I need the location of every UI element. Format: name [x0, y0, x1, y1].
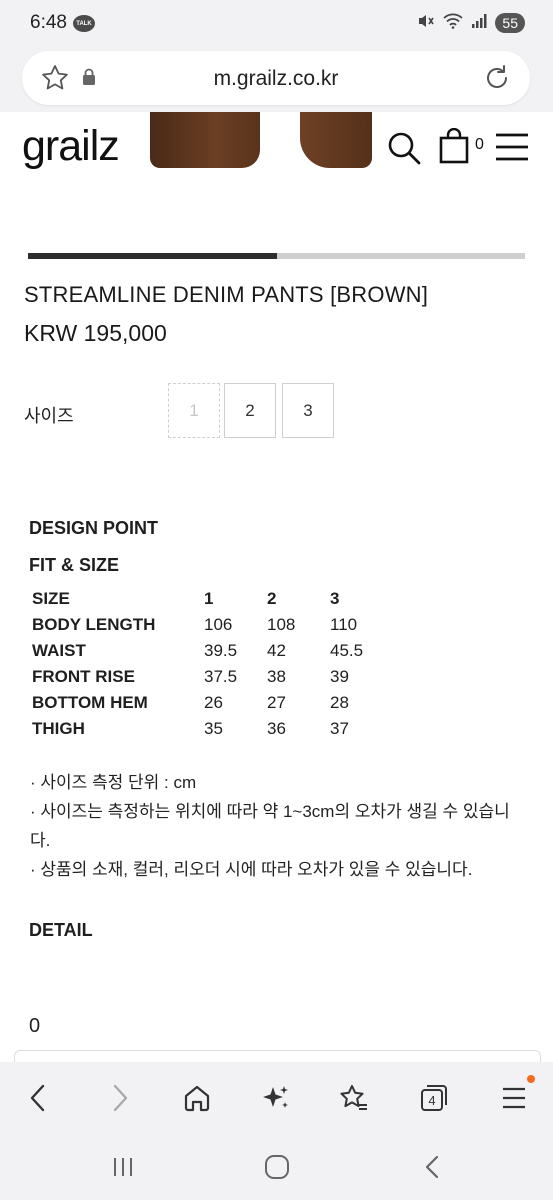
size-table-cell: 108 [267, 615, 296, 634]
system-back-icon[interactable] [412, 1152, 452, 1182]
hamburger-menu-icon[interactable] [494, 132, 530, 167]
product-image-fragment [150, 112, 260, 168]
size-table-label: FRONT RISE [32, 667, 135, 686]
size-table-row: FRONT RISE 37.5 38 39 [32, 664, 393, 690]
size-note: · 상품의 소재, 컬러, 리오더 시에 따라 오차가 있을 수 있습니다. [30, 860, 473, 879]
size-table-row: WAIST 39.5 42 45.5 [32, 638, 393, 664]
size-table-label: WAIST [32, 641, 86, 660]
size-table-header: SIZE 1 2 3 [32, 586, 393, 612]
size-table-cell: 106 [204, 615, 233, 634]
size-table-label: BODY LENGTH [32, 615, 156, 634]
size-table-row: BODY LENGTH 106 108 110 [32, 612, 393, 638]
recent-apps-icon[interactable] [103, 1152, 143, 1182]
tabs-icon[interactable]: 4 [414, 1078, 454, 1118]
size-table-cell: 28 [330, 693, 349, 712]
cart-icon[interactable] [439, 127, 471, 169]
size-option-label: 1 [189, 400, 199, 420]
size-table-cell: 39.5 [204, 641, 238, 660]
size-table-label: SIZE [32, 589, 70, 608]
size-table-cell: 110 [330, 615, 358, 634]
kakaotalk-notification-icon: TALK [73, 15, 95, 32]
site-header: grailz 0 [0, 112, 553, 207]
reload-icon[interactable] [482, 63, 512, 98]
size-table-cell: 36 [267, 719, 286, 738]
battery-indicator: 55 [495, 13, 525, 33]
size-table-cell: 2 [267, 589, 277, 608]
detail-title: DETAIL [29, 920, 93, 940]
size-option-label: 3 [303, 400, 313, 420]
size-table-cell: 37 [330, 719, 349, 738]
product-price: KRW 195,000 [24, 320, 167, 346]
size-option-label: 2 [245, 400, 255, 420]
signal-icon [471, 13, 487, 33]
home-button-icon[interactable] [257, 1152, 297, 1182]
search-icon[interactable] [386, 130, 422, 171]
product-title: STREAMLINE DENIM PANTS [BROWN] [24, 282, 429, 307]
size-note: · 사이즈 측정 단위 : cm [30, 773, 197, 792]
home-icon[interactable] [177, 1078, 217, 1118]
size-table-label: THIGH [32, 719, 85, 738]
system-nav-bar [0, 1134, 553, 1200]
fit-size-title: FIT & SIZE [29, 555, 119, 575]
size-table-row: THIGH 35 36 37 [32, 716, 393, 742]
size-table-cell: 38 [267, 667, 286, 686]
review-count: 0 [29, 1015, 41, 1037]
wifi-icon [443, 13, 464, 33]
size-table-row: BOTTOM HEM 26 27 28 [32, 690, 393, 716]
mute-icon [417, 13, 435, 33]
status-time: 6:48 [30, 12, 67, 33]
size-table-cell: 3 [330, 589, 340, 608]
back-icon[interactable] [18, 1078, 58, 1118]
tab-count: 4 [428, 1093, 435, 1108]
size-note: · 사이즈는 측정하는 위치에 따라 약 1~3cm의 오차가 생길 수 있습니… [30, 802, 510, 850]
size-table-label: BOTTOM HEM [32, 693, 148, 712]
browser-toolbar: 4 [0, 1062, 553, 1134]
cart-count: 0 [475, 136, 484, 153]
size-table: SIZE 1 2 3 BODY LENGTH 106 108 110 WAIST… [32, 586, 393, 742]
sparkle-icon[interactable] [256, 1078, 296, 1118]
size-option-1[interactable]: 1 [168, 383, 220, 438]
notification-dot [527, 1075, 535, 1083]
product-image-fragment [300, 112, 372, 168]
size-table-cell: 35 [204, 719, 223, 738]
size-option-2[interactable]: 2 [224, 383, 276, 438]
design-point-title: DESIGN POINT [29, 518, 159, 538]
size-table-cell: 37.5 [204, 667, 238, 686]
forward-icon[interactable] [100, 1078, 140, 1118]
size-table-cell: 1 [204, 589, 214, 608]
size-table-cell: 45.5 [330, 641, 364, 660]
site-logo[interactable]: grailz [22, 122, 120, 171]
menu-icon[interactable] [494, 1078, 534, 1118]
size-table-cell: 27 [267, 693, 286, 712]
size-label: 사이즈 [24, 406, 74, 426]
size-table-cell: 26 [204, 693, 223, 712]
bookmark-star-icon[interactable] [334, 1078, 374, 1118]
size-table-cell: 42 [267, 641, 286, 660]
size-table-cell: 39 [330, 667, 349, 686]
url-text[interactable]: m.grailz.co.kr [22, 67, 530, 91]
size-option-3[interactable]: 3 [282, 383, 334, 438]
status-icons: 55 [417, 13, 525, 33]
address-bar[interactable]: m.grailz.co.kr [22, 51, 530, 105]
gallery-progress-fill [28, 253, 277, 259]
